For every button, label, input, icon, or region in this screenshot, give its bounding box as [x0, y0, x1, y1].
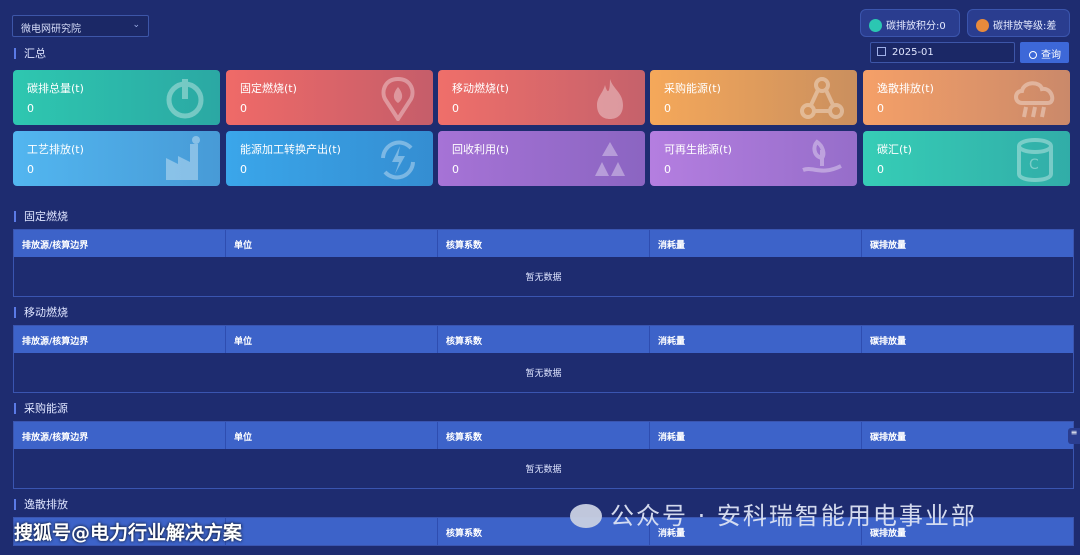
table-header: 排放源/核算边界 单位 核算系数 消耗量 碳排放量 [14, 230, 1073, 257]
summary-card-value: 0 [877, 163, 884, 176]
plant-hand-icon [802, 139, 842, 173]
summary-card: 移动燃烧(t) 0 [438, 70, 645, 125]
cloud-rain-icon [1014, 81, 1055, 118]
summary-card: 碳汇(t) 0 C [863, 131, 1070, 186]
side-panel-toggle[interactable]: ≡ [1068, 428, 1080, 444]
summary-card: 采购能源(t) 0 [650, 70, 857, 125]
summary-card-value: 0 [27, 102, 34, 115]
carbon-score-label: 碳排放积分:0 [886, 21, 946, 32]
table-empty-message: 暂无数据 [525, 273, 562, 283]
data-table: 排放源/核算边界 单位 核算系数 消耗量 碳排放量暂无数据 [13, 229, 1074, 297]
summary-card-label: 工艺排放(t) [27, 143, 84, 156]
table-column-header[interactable] [226, 518, 438, 545]
summary-title: 汇总 [14, 48, 46, 59]
carbon-grade-label: 碳排放等级:差 [993, 21, 1057, 32]
summary-card-label: 碳排总量(t) [27, 82, 84, 95]
summary-card: 能源加工转换产出(t) 0 [226, 131, 433, 186]
org-select[interactable]: 微电网研究院 ⌄ [12, 15, 149, 37]
app-root: 微电网研究院 ⌄ 碳排放积分:0 碳排放等级:差 汇总 2025-01 查询 碳… [0, 0, 1080, 555]
table-column-header[interactable]: 排放源/核算边界 [14, 230, 226, 257]
table-header: 排放源/核算边界 单位 核算系数 消耗量 碳排放量 [14, 422, 1073, 449]
fire-icon [597, 79, 623, 119]
query-button[interactable]: 查询 [1020, 42, 1069, 63]
summary-card-value: 0 [452, 102, 459, 115]
score-icon [869, 19, 882, 32]
table-section-title: 固定燃烧 [14, 211, 68, 222]
table-column-header[interactable]: 核算系数 [438, 422, 650, 449]
org-select-value: 微电网研究院 [21, 24, 81, 35]
data-table: 排放源/核算边界 单位 核算系数 消耗量 碳排放量暂无数据 [13, 325, 1074, 393]
table-column-header[interactable]: 消耗量 [650, 422, 862, 449]
summary-card: 回收利用(t) 0 [438, 131, 645, 186]
summary-card-label: 可再生能源(t) [664, 143, 732, 156]
table-column-header[interactable]: 消耗量 [650, 326, 862, 353]
recycle-icon [595, 142, 625, 176]
summary-card: 工艺排放(t) 0 [13, 131, 220, 186]
power-icon [166, 79, 204, 119]
svg-text:C: C [1029, 157, 1039, 173]
table-column-header[interactable]: 单位 [226, 326, 438, 353]
wechat-icon [570, 504, 602, 528]
summary-card: 碳排总量(t) 0 [13, 70, 220, 125]
month-picker[interactable]: 2025-01 [870, 42, 1015, 63]
summary-card-value: 0 [664, 163, 671, 176]
energy-cycle-icon [381, 140, 415, 180]
month-picker-value: 2025-01 [892, 47, 934, 58]
chevron-down-icon: ⌄ [132, 20, 140, 30]
table-column-header[interactable]: 单位 [226, 422, 438, 449]
table-column-header[interactable]: 碳排放量 [862, 422, 1073, 449]
table-section-title: 采购能源 [14, 403, 68, 414]
table-column-header[interactable]: 碳排放量 [862, 326, 1073, 353]
flame-pin-icon [381, 76, 415, 121]
summary-card-value: 0 [27, 163, 34, 176]
summary-card: 可再生能源(t) 0 [650, 131, 857, 186]
top-bar: 微电网研究院 ⌄ 碳排放积分:0 碳排放等级:差 [12, 9, 1072, 39]
summary-card: 固定燃烧(t) 0 [226, 70, 433, 125]
summary-card: 逸散排放(t) 0 [863, 70, 1070, 125]
summary-card-label: 采购能源(t) [664, 82, 721, 95]
carbon-score-badge[interactable]: 碳排放积分:0 [860, 9, 960, 37]
wechat-watermark-text: 公众号 · 安科瑞智能用电事业部 [610, 502, 977, 530]
table-column-header[interactable]: 消耗量 [650, 230, 862, 257]
summary-card-value: 0 [240, 163, 247, 176]
table-column-header[interactable]: 核算系数 [438, 326, 650, 353]
table-empty-message: 暂无数据 [525, 369, 562, 379]
summary-card-label: 碳汇(t) [877, 143, 912, 156]
table-header: 排放源/核算边界 单位 核算系数 消耗量 碳排放量 [14, 326, 1073, 353]
search-icon [1029, 51, 1037, 59]
sohu-watermark: 搜狐号@电力行业解决方案 [14, 522, 243, 544]
table-column-header[interactable]: 碳排放量 [862, 230, 1073, 257]
summary-card-value: 0 [664, 102, 671, 115]
summary-card-label: 移动燃烧(t) [452, 82, 509, 95]
summary-card-label: 能源加工转换产出(t) [240, 143, 341, 156]
factory-icon [166, 136, 200, 180]
carbon-stack-icon: C [1017, 138, 1053, 182]
network-icon [800, 77, 844, 119]
table-column-header[interactable]: 核算系数 [438, 230, 650, 257]
table-section-title: 逸散排放 [14, 499, 68, 510]
table-column-header[interactable]: 排放源/核算边界 [14, 326, 226, 353]
calendar-icon [877, 47, 886, 56]
data-table: 排放源/核算边界 单位 核算系数 消耗量 碳排放量暂无数据 [13, 421, 1074, 489]
summary-card-value: 0 [240, 102, 247, 115]
summary-card-label: 固定燃烧(t) [240, 82, 297, 95]
table-column-header[interactable]: 排放源/核算边界 [14, 422, 226, 449]
medal-icon [976, 19, 989, 32]
summary-card-label: 回收利用(t) [452, 143, 509, 156]
carbon-grade-badge[interactable]: 碳排放等级:差 [967, 9, 1070, 37]
table-column-header[interactable]: 单位 [226, 230, 438, 257]
summary-card-value: 0 [452, 163, 459, 176]
table-section-title: 移动燃烧 [14, 307, 68, 318]
table-empty-message: 暂无数据 [525, 465, 562, 475]
query-button-label: 查询 [1041, 50, 1061, 61]
wechat-watermark: 公众号 · 安科瑞智能用电事业部 [570, 496, 977, 531]
summary-card-label: 逸散排放(t) [877, 82, 934, 95]
summary-card-value: 0 [877, 102, 884, 115]
